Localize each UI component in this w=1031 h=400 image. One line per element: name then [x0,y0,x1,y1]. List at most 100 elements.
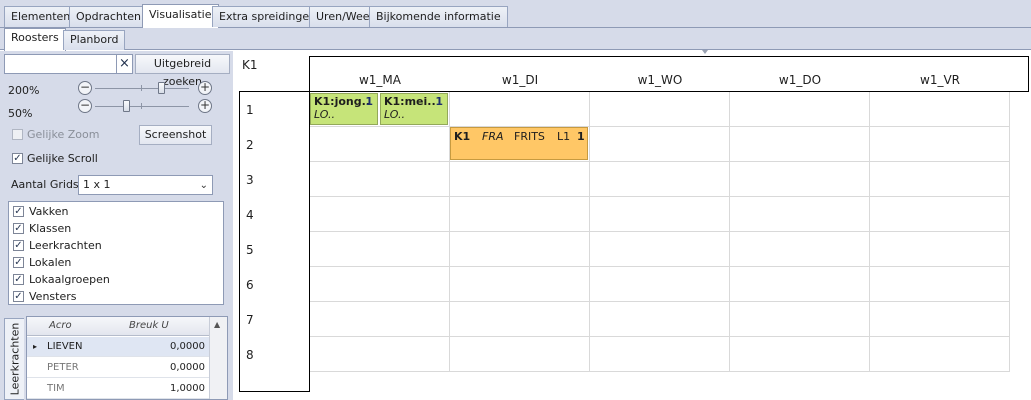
grid-line [310,266,1010,267]
lesson-card[interactable]: K1:jong.. 1 LO.. [310,93,378,125]
grid-line [729,92,730,372]
layer-checkbox-lokaalgroepen[interactable]: ✓ [13,274,24,285]
lesson-subject: FRA [482,130,504,143]
day-header-ma[interactable]: w1_MA [310,73,450,87]
layer-checkbox-vakken[interactable]: ✓ [13,206,24,217]
lesson-card[interactable]: K1 FRA FRITS L1 1 [450,127,588,160]
lesson-subject: LO.. [314,108,335,121]
tab-opdrachten[interactable]: Opdrachten [69,6,148,27]
tab-visualisatie[interactable]: Visualisatie [142,4,219,29]
layer-checkbox-lokalen[interactable]: ✓ [13,257,24,268]
lesson-count: 1 [577,130,585,143]
day-header-wo[interactable]: w1_WO [590,73,730,87]
layer-checkbox-vensters[interactable]: ✓ [13,291,24,302]
lesson-card[interactable]: K1:mei.. 1 LO.. [380,93,448,125]
row-marker-icon: ▸ [33,342,38,351]
period-label-7: 7 [246,313,254,327]
layer-label-klassen: Klassen [29,222,72,235]
grid-line [869,92,870,372]
grid-line [310,371,1010,372]
value-cell: 0,0000 [170,362,205,373]
tab-elementen[interactable]: Elementen [4,6,78,27]
schedule-title: K1 [242,58,258,72]
clear-icon[interactable]: × [117,54,133,74]
period-label-6: 6 [246,278,254,292]
lesson-class: K1 [454,130,471,143]
layer-checkbox-leerkrachten[interactable]: ✓ [13,240,24,251]
chevron-down-icon[interactable]: ⌄ [200,177,208,195]
screenshot-button[interactable]: Screenshot [139,125,212,145]
table-row[interactable]: PETER 0,0000 [27,358,209,378]
layer-label-vensters: Vensters [29,290,77,303]
tab-extra-spreidingen[interactable]: Extra spreidingen [212,6,324,27]
equal-zoom-label: Gelijke Zoom [27,128,100,141]
grid-line [1009,92,1010,372]
advanced-search-button[interactable]: Uitgebreid zoeken [135,54,230,88]
layer-list: ✓ Vakken ✓ Klassen ✓ Leerkrachten ✓ Loka… [8,201,224,305]
value-cell: 0,0000 [170,341,205,352]
vertical-scrollbar[interactable]: ▲ [209,317,227,399]
period-label-1: 1 [246,103,254,117]
zoom-in-icon-2[interactable]: + [198,99,212,113]
zoom-slider-thumb-2[interactable] [123,100,130,112]
side-tab-label: Leerkrachten [8,322,21,396]
table-row[interactable]: TIM 1,0000 [27,379,209,399]
grid-line [310,196,1010,197]
zoom-level-label: 200% [8,84,40,97]
lesson-count: 1 [435,95,443,108]
grid-line [310,231,1010,232]
period-label-4: 4 [246,208,254,222]
zoom-slider-track-2[interactable] [95,106,189,107]
acro-cell: LIEVEN [47,341,83,352]
slider-tick [141,85,142,91]
zoom-out-icon-2[interactable]: − [78,99,92,113]
acro-cell: PETER [47,362,79,373]
grid-line [310,301,1010,302]
layer-label-lokaalgroepen: Lokaalgroepen [29,273,110,286]
period-header-column [239,91,310,392]
lesson-class-group: K1:jong.. [314,95,370,108]
lesson-subject: LO.. [384,108,405,121]
search-input[interactable] [4,54,117,74]
layer-label-leerkrachten: Leerkrachten [29,239,102,252]
scroll-up-icon[interactable]: ▲ [214,320,220,329]
grid-count-label: Aantal Grids [11,178,79,191]
tab-planbord[interactable]: Planbord [63,30,126,50]
equal-scroll-label: Gelijke Scroll [27,152,98,165]
zoom-slider-thumb[interactable] [158,82,165,94]
period-label-5: 5 [246,243,254,257]
zoom-slider-track[interactable] [95,88,189,89]
slider-tick-2 [141,103,142,109]
period-label-2: 2 [246,138,254,152]
period-label-3: 3 [246,173,254,187]
acro-cell: TIM [47,383,65,394]
teacher-grid: Acro Breuk U ▸ LIEVEN 0,0000 PETER 0,000… [26,316,228,400]
equal-zoom-checkbox[interactable] [12,129,23,140]
column-header-breuk[interactable]: Breuk U [129,316,169,336]
sub-tab-bar: Roosters Planbord [0,28,1031,51]
grid-line [310,336,1010,337]
layer-label-vakken: Vakken [29,205,69,218]
zoom-in-icon[interactable]: + [198,81,212,95]
side-tab-leerkrachten[interactable]: Leerkrachten [4,318,24,400]
column-header-acro[interactable]: Acro [49,316,72,336]
tab-roosters[interactable]: Roosters [4,28,66,51]
day-header-vr[interactable]: w1_VR [870,73,1010,87]
lesson-class-group: K1:mei.. [384,95,436,108]
zoom-out-icon[interactable]: − [78,81,92,95]
period-label-8: 8 [246,348,254,362]
grid-count-value: 1 x 1 [83,178,111,191]
grid-line [310,126,1010,127]
lesson-room: L1 [557,130,571,143]
tab-bijkomende-informatie[interactable]: Bijkomende informatie [369,6,508,27]
value-cell: 1,0000 [170,383,205,394]
equal-scroll-checkbox[interactable]: ✓ [12,153,23,164]
day-header-di[interactable]: w1_DI [450,73,590,87]
lesson-count: 1 [365,95,373,108]
day-header-do[interactable]: w1_DO [730,73,870,87]
splitter-handle[interactable] [702,50,708,54]
grid-count-select[interactable]: 1 x 1 ⌄ [78,175,213,195]
layer-checkbox-klassen[interactable]: ✓ [13,223,24,234]
table-row[interactable]: ▸ LIEVEN 0,0000 [27,337,209,357]
lesson-teacher: FRITS [514,130,545,143]
